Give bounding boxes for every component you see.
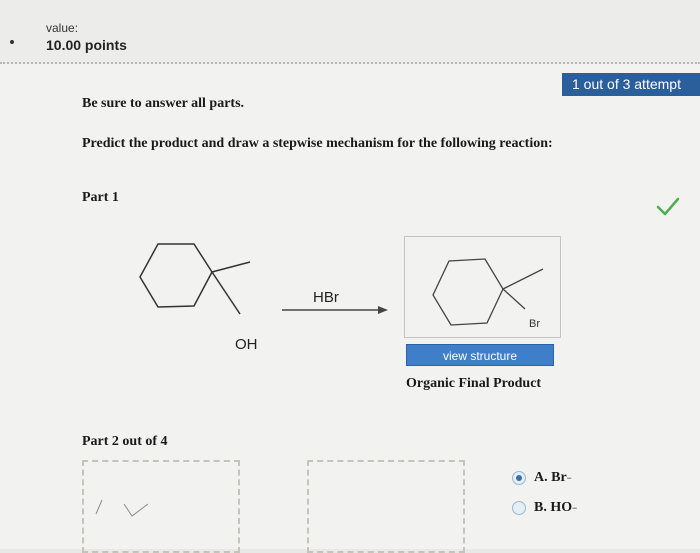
- reactant-ring: [139, 243, 213, 308]
- reaction-scheme: OH HBr: [139, 243, 388, 353]
- checkmark-icon: [656, 197, 680, 216]
- value-label: value:: [46, 21, 79, 35]
- reactant-oh-label: OH: [235, 336, 258, 353]
- product-structure-box[interactable]: Br: [404, 236, 561, 338]
- product-label: Organic Final Product: [406, 376, 542, 391]
- points-value: 10.00 points: [46, 37, 127, 53]
- option-b-charge: −: [572, 503, 578, 513]
- partial-drawing: [95, 499, 149, 517]
- question-header: value: 10.00 points: [0, 0, 700, 64]
- option-a[interactable]: A. Br −: [512, 470, 572, 486]
- reactant-methyl-bond: [211, 261, 251, 273]
- view-structure-button[interactable]: view structure: [406, 344, 554, 366]
- reaction-arrowhead: [378, 306, 388, 314]
- option-a-radio[interactable]: [512, 471, 526, 485]
- product-methyl-bond: [502, 268, 544, 290]
- product-structure: Br: [432, 258, 544, 330]
- attempt-badge: 1 out of 3 attempt: [562, 73, 700, 96]
- option-a-label: A. Br: [534, 470, 567, 485]
- product-ring: [432, 258, 504, 326]
- instruction-answer-all: Be sure to answer all parts.: [82, 96, 245, 111]
- option-b[interactable]: B. HO −: [512, 500, 577, 516]
- reactant-oh-bond: [211, 271, 241, 315]
- bullet-icon: [10, 40, 14, 44]
- reagent-label: HBr: [313, 289, 339, 306]
- option-b-radio[interactable]: [512, 501, 526, 515]
- instruction-predict: Predict the product and draw a stepwise …: [82, 136, 553, 151]
- product-br-bond: [502, 288, 526, 310]
- option-b-label: B. HO: [534, 500, 573, 515]
- part1-title: Part 1: [82, 190, 119, 205]
- part2-title: Part 2 out of 4: [82, 434, 168, 449]
- product-br-label: Br: [529, 318, 540, 330]
- answer-box-right[interactable]: [307, 460, 465, 553]
- option-a-charge: −: [566, 473, 572, 483]
- answer-box-left[interactable]: [82, 460, 240, 553]
